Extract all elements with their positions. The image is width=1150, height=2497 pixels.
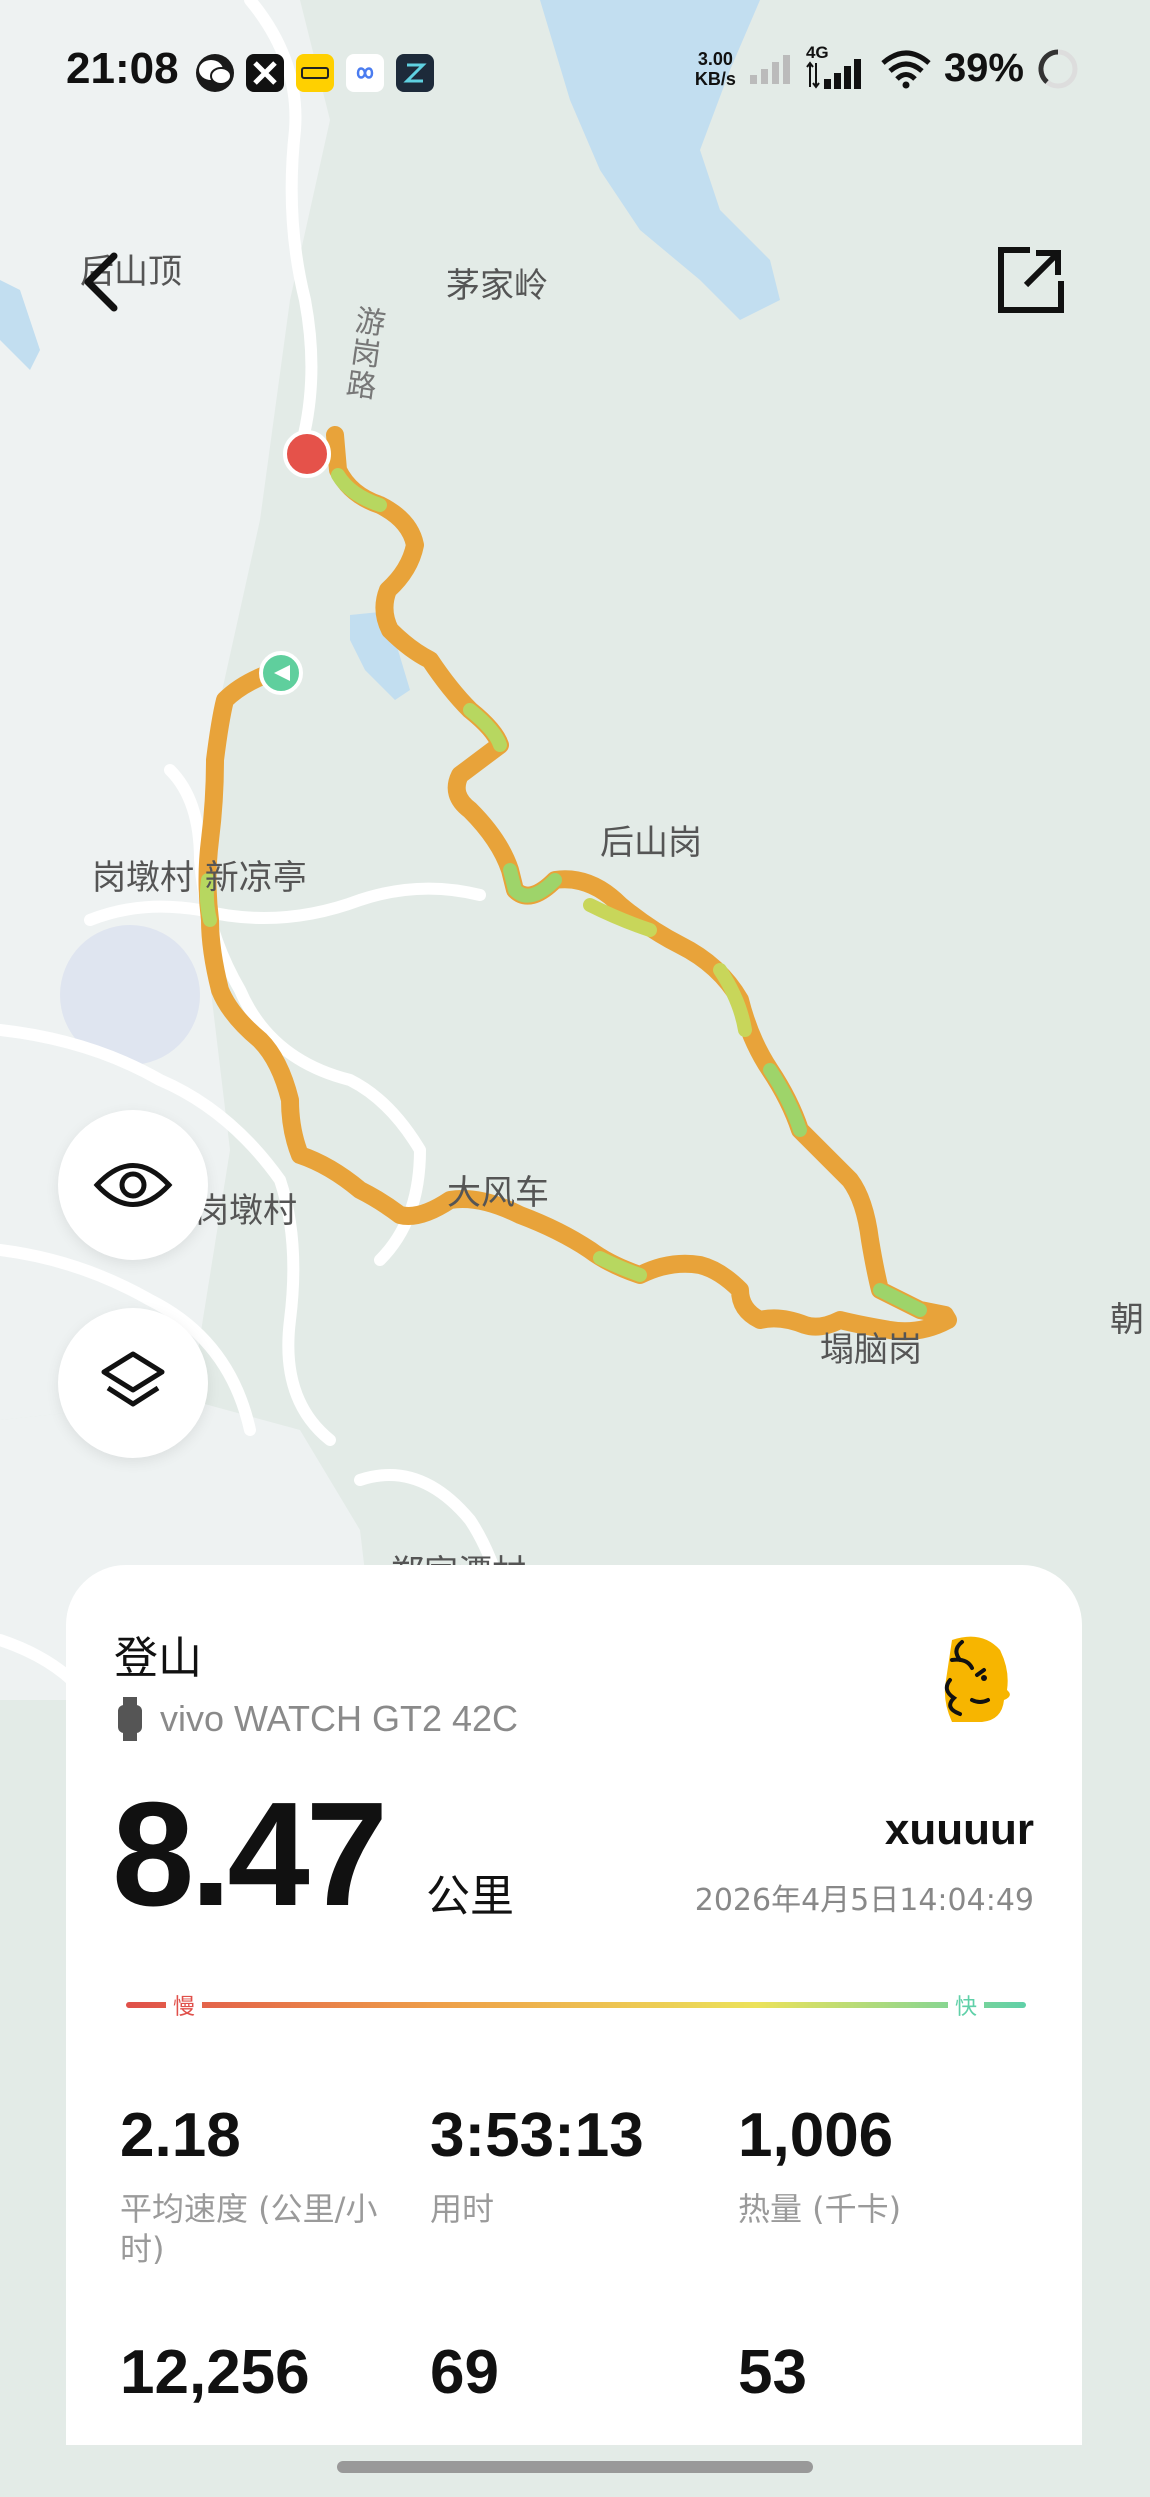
map-label-chao: 朝	[1110, 1300, 1144, 1340]
infinity-app-icon	[346, 54, 384, 92]
wifi-icon	[881, 50, 931, 88]
stat-avg-speed: 2.18 平均速度 (公里/小时)	[120, 2101, 378, 2268]
distance-value: 8.47	[112, 1772, 388, 1937]
avatar-face-icon	[944, 1636, 1010, 1722]
speed-fast-label: 快	[955, 1995, 977, 2020]
eye-icon	[93, 1163, 173, 1207]
map-label-gangdun: 岗墩村	[195, 1191, 297, 1231]
watch-icon	[118, 1697, 142, 1741]
end-marker	[283, 430, 331, 478]
layers-icon	[101, 1351, 165, 1407]
meituan-icon	[296, 54, 334, 92]
back-button[interactable]	[70, 242, 130, 322]
stat-stride: 53	[738, 2338, 807, 2407]
activity-summary-card[interactable]: 登山 vivo WATCH GT2 42C 8.47 公里 xuuuur 202…	[66, 1565, 1082, 2445]
share-external-icon	[998, 247, 1064, 313]
chevron-left-icon	[84, 252, 118, 312]
net-speed: 3.00 KB/s	[694, 48, 736, 89]
map-label-tagang: 塌脑岗	[820, 1330, 922, 1370]
device-row: vivo WATCH GT2 42C	[114, 1695, 518, 1743]
username: xuuuur	[884, 1805, 1034, 1854]
signal-icon-sim2: 4G	[806, 43, 868, 91]
status-right: 3.00 KB/s 4G 39%	[694, 43, 1080, 91]
map-label-houshangang: 后山岗	[600, 823, 702, 863]
notification-icons	[196, 54, 434, 92]
stat-steps: 12,256	[120, 2338, 310, 2407]
speed-slow-label: 慢	[173, 1995, 195, 2020]
map-label-dafengche: 大风车	[447, 1173, 549, 1213]
stat-duration: 3:53:13 用时	[430, 2101, 644, 2228]
x-app-icon	[246, 54, 284, 92]
toggle-visibility-button[interactable]	[58, 1110, 208, 1260]
avatar[interactable]	[922, 1630, 1022, 1730]
stat-cadence: 69	[430, 2338, 499, 2407]
status-time: 21:08	[66, 44, 179, 93]
stat-calories: 1,006 热量 (千卡)	[738, 2101, 902, 2228]
wechat-icon	[196, 54, 234, 92]
map-label-maojialing: 茅家岭	[446, 266, 548, 306]
map-layers-button[interactable]	[58, 1308, 208, 1458]
battery-percent: 39%	[943, 46, 1024, 90]
zlibrary-icon	[396, 54, 434, 92]
map-label-gangdun-xinliang: 岗墩村 新凉亭	[92, 858, 307, 898]
device-name: vivo WATCH GT2 42C	[160, 1698, 519, 1739]
share-button[interactable]	[996, 245, 1066, 315]
speed-gradient-bar: 慢 快	[126, 1989, 1026, 2021]
distance-unit: 公里	[426, 1871, 514, 1922]
sport-type: 登山	[114, 1633, 202, 1684]
battery-icon	[1038, 48, 1078, 88]
activity-datetime: 2026年4月5日14:04:49	[694, 1883, 1034, 1918]
home-indicator[interactable]	[337, 2461, 813, 2473]
start-marker	[259, 651, 303, 695]
status-bar: 21:08 3.00 KB/s 4G 39%	[0, 0, 1150, 150]
signal-icon-sim1	[749, 54, 790, 84]
